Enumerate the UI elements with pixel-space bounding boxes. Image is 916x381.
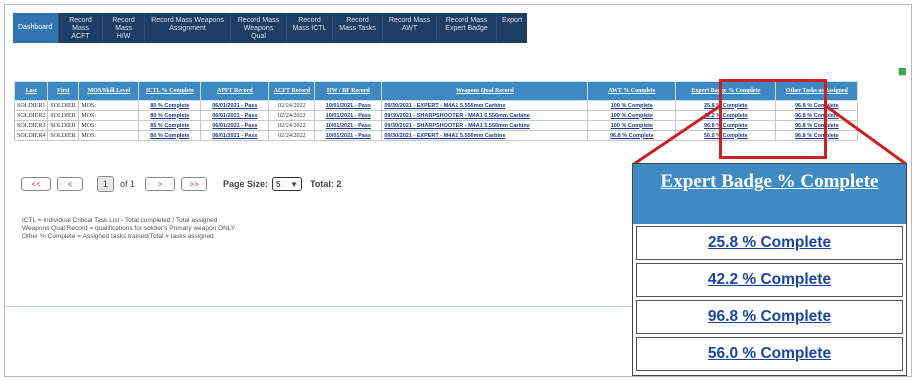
col-hw[interactable]: HW / BF Record [314,81,383,101]
cell-ictl-link[interactable]: 80 % Complete [138,110,202,121]
cell-acft: 02/24/2022 [268,120,316,131]
cell-mos: MOS: [78,100,140,111]
zoom-panel: Expert Badge % Complete 25.8 % Complete … [632,163,907,376]
cell-awt-link[interactable]: 96.8 % Complete [587,130,677,141]
cell-last: SOLDIER2 [13,110,49,121]
col-mos[interactable]: MOS/Skill Level [78,81,140,101]
nav-record-mass-weapons-assignment[interactable]: Record Mass Weapons Assignment [145,13,231,43]
zoom-row[interactable]: 42.2 % Complete [636,263,903,297]
col-ictl[interactable]: ICTL % Complete [138,81,202,101]
cell-first: SOLDIER [47,100,80,111]
cell-first: SOLDIER [47,120,80,131]
note-other: Other % Complete = Assigned tasks traine… [22,233,216,240]
cell-hw-link[interactable]: 10/01/2021 - Pass [314,100,383,111]
nav-record-mass-expert-badge[interactable]: Record Mass Expert Badge [437,13,497,43]
cell-first: SOLDIER [47,130,80,141]
cell-acft: 02/24/2022 [268,110,316,121]
zoom-value[interactable]: 56.0 % Complete [708,345,831,363]
top-nav: Dashboard Record Mass ACFT Record Mass H… [13,13,527,43]
zoom-value[interactable]: 96.8 % Complete [708,308,831,326]
highlight-rectangle [719,79,827,159]
zoom-row[interactable]: 25.8 % Complete [636,226,903,260]
cell-mos: MOS: [78,110,140,121]
note-ictl: ICTL = Individual Critical Task List - T… [22,217,220,224]
page-size-select[interactable]: 5 ▼ [272,177,303,191]
cell-apft-link[interactable]: 06/01/2021 - Pass [200,120,270,131]
last-page-button[interactable]: >> [181,177,208,191]
cell-hw-link[interactable]: 10/01/2021 - Pass [314,130,383,141]
zoom-row[interactable]: 96.8 % Complete [636,300,903,334]
chevron-down-icon: ▼ [290,179,299,189]
cell-apft-link[interactable]: 06/01/2021 - Pass [200,110,270,121]
cell-weapons-link[interactable]: 09/30/2021 - SHARPSHOOTER - M4A1 5.556mm… [381,110,589,121]
nav-record-mass-ictl[interactable]: Record Mass ICTL [287,13,333,43]
col-weapons[interactable]: Weapons Qual Record [381,81,589,101]
total-count-label: Total: 2 [310,179,342,189]
cell-ictl-link[interactable]: 80 % Complete [138,130,202,141]
first-page-button[interactable]: << [21,177,51,191]
legend-notes: ICTL = Individual Critical Task List - T… [22,217,236,241]
cell-last: SOLDIER1 [13,100,49,111]
cell-ictl-link[interactable]: 85 % Complete [138,120,202,131]
cell-weapons-link[interactable]: 09/30/2021 - EXPERT - M4A1 5.556mm Carbi… [381,130,589,141]
col-apft[interactable]: APFT Record [200,81,270,101]
nav-record-mass-awt[interactable]: Record Mass AWT [383,13,437,43]
next-page-button[interactable]: > [145,177,176,191]
page-count-label: of 1 [120,179,136,189]
cell-awt-link[interactable]: 100 % Complete [587,110,677,121]
current-page-input[interactable]: 1 [97,176,114,192]
col-awt[interactable]: AWT % Complete [587,81,677,101]
cell-last: SOLDIER4 [13,130,49,141]
nav-record-mass-tasks[interactable]: Record Mass Tasks [333,13,383,43]
cell-weapons-link[interactable]: 09/30/2021 - SHARPSHOOTER - M4A1 5.556mm… [381,120,589,131]
cell-apft-link[interactable]: 06/01/2021 - Pass [200,130,270,141]
cell-apft-link[interactable]: 06/01/2021 - Pass [200,100,270,111]
nav-record-mass-weapons-qual[interactable]: Record Mass Weapons Qual [231,13,287,43]
cell-weapons-link[interactable]: 09/30/2021 - EXPERT - M4A1 5.556mm Carbi… [381,100,589,111]
cell-last: SOLDIER3 [13,120,49,131]
cell-awt-link[interactable]: 100 % Complete [587,120,677,131]
col-acft[interactable]: ACFT Record [268,81,316,101]
cell-mos: MOS: [78,130,140,141]
zoom-header: Expert Badge % Complete [633,164,906,224]
pagination: << < 1 of 1 > >> Page Size: 5 ▼ Total: 2 [21,176,341,192]
prev-page-button[interactable]: < [57,177,83,191]
cell-mos: MOS: [78,120,140,131]
col-first[interactable]: First [47,81,80,101]
page-size-value: 5 [276,179,281,189]
excel-icon[interactable]: ▦ [898,66,907,77]
zoom-value[interactable]: 42.2 % Complete [708,271,831,289]
nav-record-mass-hw[interactable]: Record Mass H/W [103,13,145,43]
divider [5,306,633,307]
cell-acft: 02/24/2022 [268,100,316,111]
cell-hw-link[interactable]: 10/01/2021 - Pass [314,110,383,121]
cell-first: SOLDIER [47,110,80,121]
cell-hw-link[interactable]: 10/01/2021 - Pass [314,120,383,131]
nav-export[interactable]: Export [497,13,527,43]
zoom-value[interactable]: 25.8 % Complete [708,234,831,252]
page-size-label: Page Size: [223,179,269,189]
cell-awt-link[interactable]: 100 % Complete [587,100,677,111]
zoom-row[interactable]: 56.0 % Complete [636,337,903,371]
cell-ictl-link[interactable]: 80 % Complete [138,100,202,111]
nav-dashboard[interactable]: Dashboard [13,13,59,43]
col-last[interactable]: Last [13,81,49,101]
note-weapons: Weapons Qual Record = qualifications for… [22,225,237,232]
nav-record-mass-acft[interactable]: Record Mass ACFT [59,13,103,43]
cell-acft: 02/24/2022 [268,130,316,141]
